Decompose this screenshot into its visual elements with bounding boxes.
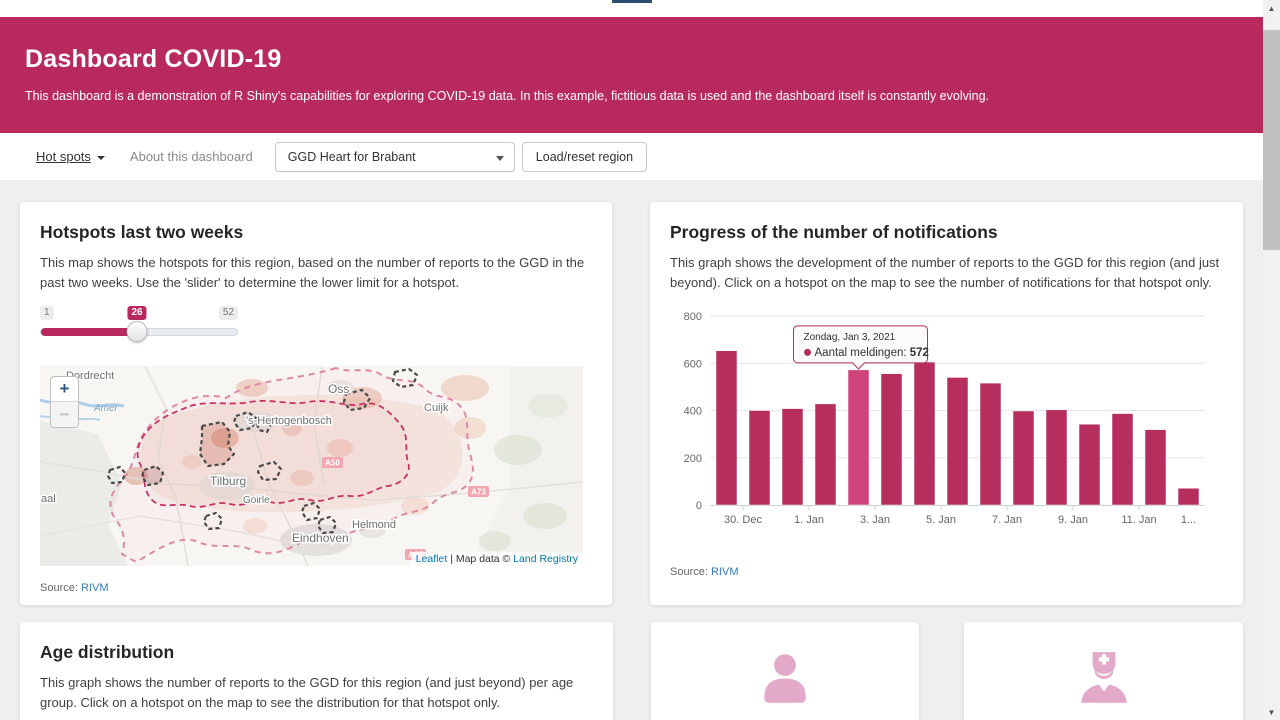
age-card-description: This graph shows the number of reports t… (40, 673, 593, 712)
svg-text:Helmond: Helmond (352, 519, 396, 531)
nurse-stat-card (964, 622, 1243, 720)
svg-text:400: 400 (684, 406, 702, 418)
region-select-value: GGD Heart for Brabant (288, 150, 416, 164)
svg-text:1...: 1... (1181, 514, 1196, 526)
chevron-down-icon (496, 156, 504, 161)
age-distribution-card: Age distribution This graph shows the nu… (20, 622, 613, 720)
svg-text:3. Jan: 3. Jan (860, 514, 890, 526)
person-stat-card (651, 622, 920, 720)
region-select[interactable]: GGD Heart for Brabant (275, 142, 515, 172)
svg-text:A73: A73 (471, 488, 486, 497)
slider-min-label: 1 (40, 306, 54, 320)
svg-text:Aantal meldingen: 572: Aantal meldingen: 572 (815, 347, 929, 359)
rivm-link[interactable]: RIVM (711, 566, 739, 578)
svg-text:0: 0 (696, 500, 702, 512)
map-attribution: Leaflet | Map data © Land Registry (411, 552, 583, 566)
land-registry-link[interactable]: Land Registry (513, 553, 578, 565)
map-zoom-control[interactable]: + − (50, 376, 79, 428)
vertical-scrollbar[interactable]: ▲ ▼ (1263, 0, 1280, 720)
top-tab-indicator (612, 0, 652, 3)
rivm-link[interactable]: RIVM (81, 582, 109, 594)
svg-text:Goirle: Goirle (243, 495, 270, 506)
hotspots-card-title: Hotspots last two weeks (40, 222, 592, 243)
svg-text:9. Jan: 9. Jan (1058, 514, 1088, 526)
svg-text:Cuijk: Cuijk (424, 402, 449, 414)
navbar: Hot spots About this dashboard GGD Heart… (0, 133, 1263, 180)
hotspot-threshold-slider[interactable]: 1 26 52 (40, 306, 238, 352)
svg-text:600: 600 (684, 358, 702, 370)
slider-max-label: 52 (219, 306, 238, 320)
slider-value-badge: 26 (127, 306, 146, 320)
slider-handle[interactable] (127, 321, 148, 342)
top-strip (0, 0, 1263, 17)
nurse-icon (1073, 648, 1135, 710)
scroll-down-icon[interactable]: ▼ (1263, 704, 1280, 720)
page-subtitle: This dashboard is a demonstration of R S… (25, 89, 1238, 103)
dashboard-header: Dashboard COVID-19 This dashboard is a d… (0, 17, 1263, 133)
svg-text:Amer: Amer (93, 403, 119, 414)
svg-text:'s-Hertogenbosch: 's-Hertogenbosch (246, 415, 332, 427)
zoom-out-button[interactable]: − (51, 402, 78, 427)
notifications-card-description: This graph shows the development of the … (670, 253, 1223, 292)
svg-text:7. Jan: 7. Jan (992, 514, 1022, 526)
svg-text:1. Jan: 1. Jan (794, 514, 824, 526)
svg-text:200: 200 (684, 453, 702, 465)
notifications-chart[interactable]: 0 200 400 600 800 30. Dec 1. Jan 3. Jan 5. Jan 7.… (670, 302, 1223, 550)
chevron-down-icon (97, 156, 105, 160)
main-content: Hotspots last two weeks This map shows t… (0, 180, 1263, 720)
scroll-up-icon[interactable]: ▲ (1263, 0, 1280, 16)
slider-fill (41, 328, 137, 336)
map-canvas[interactable]: DordrechtOssCuijk's-HertogenboschTilburg… (40, 366, 583, 566)
svg-text:A50: A50 (325, 459, 340, 468)
page-title: Dashboard COVID-19 (25, 45, 1238, 74)
hotspots-card: Hotspots last two weeks This map shows t… (20, 202, 612, 605)
svg-text:Oss: Oss (328, 382, 349, 396)
hotspots-source: Source: RIVM (40, 582, 592, 594)
svg-text:11. Jan: 11. Jan (1121, 514, 1156, 526)
svg-text:Zondag, Jan 3, 2021: Zondag, Jan 3, 2021 (804, 332, 896, 343)
notifications-source: Source: RIVM (670, 566, 1223, 578)
scrollbar-thumb[interactable] (1263, 30, 1280, 250)
svg-text:800: 800 (684, 311, 702, 323)
nav-hotspots-dropdown[interactable]: Hot spots (36, 149, 105, 164)
hotspots-card-description: This map shows the hotspots for this reg… (40, 253, 592, 292)
svg-text:Eindhoven: Eindhoven (292, 531, 349, 545)
load-reset-region-button[interactable]: Load/reset region (522, 142, 647, 172)
zoom-in-button[interactable]: + (51, 377, 78, 402)
leaflet-link[interactable]: Leaflet (416, 553, 448, 565)
person-icon (754, 648, 816, 710)
svg-text:Tilburg: Tilburg (210, 474, 246, 488)
notifications-card-title: Progress of the number of notifications (670, 222, 1223, 243)
svg-text:30. Dec: 30. Dec (724, 514, 762, 526)
svg-text:5. Jan: 5. Jan (926, 514, 956, 526)
age-card-title: Age distribution (40, 642, 593, 663)
nav-about-link[interactable]: About this dashboard (130, 149, 253, 164)
notifications-card: Progress of the number of notifications … (650, 202, 1243, 605)
hotspots-map[interactable]: DordrechtOssCuijk's-HertogenboschTilburg… (40, 366, 583, 566)
svg-text:aal: aal (41, 493, 56, 505)
